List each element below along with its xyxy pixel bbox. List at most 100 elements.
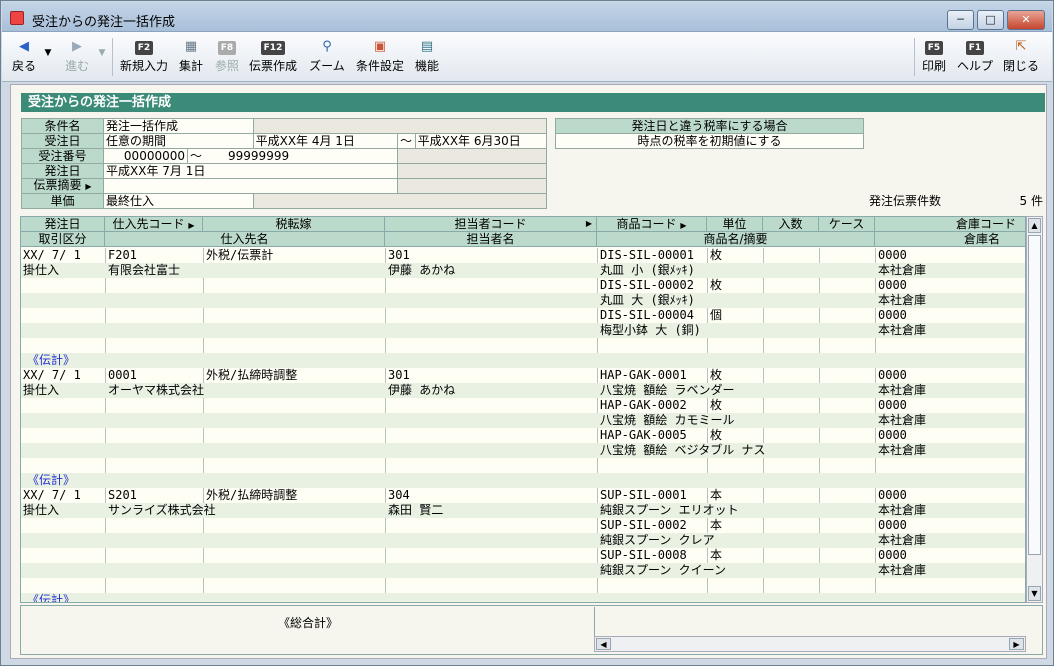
- minimize-button[interactable]: ─: [947, 10, 974, 30]
- table-row[interactable]: [21, 338, 1025, 353]
- slip-total-label: 《伝計》: [27, 593, 76, 603]
- close-app-button[interactable]: ⇱ 閉じる: [999, 35, 1043, 79]
- tax-rate-field[interactable]: 時点の税率を初期値にする: [555, 133, 864, 149]
- table-row[interactable]: SUP-SIL-0008 本 0000: [21, 548, 1025, 563]
- order-date-from[interactable]: 平成XX年 4月 1日: [252, 133, 398, 149]
- print-button[interactable]: F5 印刷: [917, 35, 951, 79]
- cell-staff: 森田 賢二: [388, 503, 444, 517]
- tax-rate-title: 発注日と違う税率にする場合: [555, 118, 864, 134]
- chevron-down-icon: ▼: [44, 48, 52, 58]
- vertical-scrollbar[interactable]: ▲ ▼: [1026, 216, 1043, 603]
- table-row[interactable]: 八宝焼 額絵 ベジタブル ナス 本社倉庫: [21, 443, 1025, 458]
- slip-total-row[interactable]: 《伝計》: [21, 353, 1025, 368]
- po-date-field[interactable]: 平成XX年 7月 1日: [103, 163, 398, 179]
- col-supplier-name: 仕入先名: [105, 232, 385, 247]
- caret-right-icon: ▶: [680, 221, 687, 230]
- help-button[interactable]: F1 ヘルプ: [953, 35, 997, 79]
- order-number-from[interactable]: 00000000: [103, 148, 188, 164]
- zoom-button[interactable]: ⚲ ズーム: [304, 35, 350, 79]
- scroll-left-icon[interactable]: ◀: [596, 638, 611, 650]
- slip-total-row[interactable]: 《伝計》: [21, 593, 1025, 603]
- table-row[interactable]: [21, 578, 1025, 593]
- scroll-thumb[interactable]: [1028, 235, 1041, 555]
- cell-item: 丸皿 大 (銀ﾒｯｷ): [600, 293, 695, 307]
- cell-wh: 0000: [878, 278, 907, 292]
- table-row[interactable]: XX/ 7/ 1 S201 外税/払締時調整 304 SUP-SIL-0001 本 0000: [21, 488, 1025, 503]
- cell-item: 純銀スプーン エリオット: [600, 503, 739, 517]
- table-row[interactable]: 梅型小鉢 大 (銅) 本社倉庫: [21, 323, 1025, 338]
- condition-settings-button[interactable]: ▣ 条件設定: [352, 35, 408, 79]
- table-row[interactable]: 純銀スプーン クイーン 本社倉庫: [21, 563, 1025, 578]
- cell-staff: 伊藤 あかね: [388, 263, 456, 277]
- slip-total-row[interactable]: 《伝計》: [21, 473, 1025, 488]
- functions-button[interactable]: ▤ 機能: [410, 35, 444, 79]
- cell-unit: 枚: [710, 278, 723, 292]
- grid-header-row-1: 発注日 仕入先コード ▶ 税転嫁 担当者コード ▶ 商品コード ▶ 単位 入数 …: [21, 217, 1025, 232]
- table-row[interactable]: 掛仕入 有限会社富士 伊藤 あかね 丸皿 小 (銀ﾒｯｷ) 本社倉庫: [21, 263, 1025, 278]
- cell-staff: 301: [388, 368, 410, 382]
- slip-memo-field[interactable]: [103, 178, 398, 194]
- summary-button[interactable]: ▦ 集計: [174, 35, 208, 79]
- slip-memo-label[interactable]: 伝票摘要 ▶: [21, 178, 104, 194]
- table-row[interactable]: 純銀スプーン クレア 本社倉庫: [21, 533, 1025, 548]
- create-slip-button[interactable]: F12 伝票作成: [246, 35, 300, 79]
- po-date-label: 発注日: [21, 163, 104, 179]
- table-row[interactable]: 掛仕入 オーヤマ株式会社 伊藤 あかね 八宝焼 額絵 ラベンダー 本社倉庫: [21, 383, 1025, 398]
- condition-name-field[interactable]: 発注一括作成: [103, 118, 254, 134]
- maximize-button[interactable]: □: [977, 10, 1004, 30]
- col-item-code[interactable]: 商品コード ▶: [597, 217, 707, 232]
- table-row[interactable]: XX/ 7/ 1 0001 外税/払締時調整 301 HAP-GAK-0001 枚 0000: [21, 368, 1025, 383]
- cell-wh: 本社倉庫: [878, 503, 927, 517]
- slip-count: 発注伝票件数 5 件: [869, 192, 1043, 209]
- col-tax-transfer: 税転嫁: [203, 217, 385, 232]
- order-date-to[interactable]: 平成XX年 6月30日: [414, 133, 548, 149]
- table-row[interactable]: 八宝焼 額絵 カモミール 本社倉庫: [21, 413, 1025, 428]
- scroll-up-icon[interactable]: ▲: [1028, 218, 1041, 233]
- order-grid: 発注日 仕入先コード ▶ 税転嫁 担当者コード ▶ 商品コード ▶ 単位 入数 …: [20, 216, 1026, 603]
- table-row[interactable]: [21, 458, 1025, 473]
- cell-unit: 枚: [710, 248, 723, 262]
- table-row[interactable]: HAP-GAK-0005 枚 0000: [21, 428, 1025, 443]
- slip-count-label: 発注伝票件数: [869, 194, 942, 208]
- order-date-mode[interactable]: 任意の期間: [103, 133, 254, 149]
- unit-price-field[interactable]: 最終仕入: [103, 193, 254, 209]
- forward-button[interactable]: ▶ 進む: [58, 35, 96, 79]
- f2-key-icon: F2: [134, 41, 154, 55]
- f12-key-icon: F12: [260, 41, 286, 55]
- scroll-down-icon[interactable]: ▼: [1028, 586, 1041, 601]
- new-entry-button[interactable]: F2 新規入力: [117, 35, 171, 79]
- app-window: 受注からの発注一括作成 ─ □ ✕ ◀ 戻る ▼ ▶ 進む ▼ F2 新規入力 …: [0, 0, 1054, 666]
- table-row[interactable]: SUP-SIL-0002 本 0000: [21, 518, 1025, 533]
- table-row[interactable]: 丸皿 大 (銀ﾒｯｷ) 本社倉庫: [21, 293, 1025, 308]
- close-button[interactable]: ✕: [1007, 10, 1045, 30]
- col-case: ケース: [819, 217, 875, 232]
- reference-button[interactable]: F8 参照: [210, 35, 244, 79]
- forward-dropdown[interactable]: ▼: [96, 35, 108, 79]
- table-row[interactable]: DIS-SIL-00002 枚 0000: [21, 278, 1025, 293]
- back-arrow-icon: ◀: [19, 39, 29, 54]
- title-bar: 受注からの発注一括作成 ─ □ ✕: [2, 2, 1052, 32]
- cell-item: 八宝焼 額絵 ラベンダー: [600, 383, 735, 397]
- table-row[interactable]: 掛仕入 サンライズ株式会社 森田 賢二 純銀スプーン エリオット 本社倉庫: [21, 503, 1025, 518]
- col-staff-name: 担当者名: [385, 232, 597, 247]
- col-staff-code[interactable]: 担当者コード ▶: [385, 217, 597, 232]
- order-date-label: 受注日: [21, 133, 104, 149]
- cell-sup: 0001: [108, 368, 137, 382]
- page-title: 受注からの発注一括作成: [21, 93, 1045, 112]
- order-number-to[interactable]: 99999999: [228, 149, 289, 163]
- back-button[interactable]: ◀ 戻る: [6, 35, 42, 79]
- horizontal-scrollbar[interactable]: ◀ ▶: [594, 636, 1026, 652]
- cell-item: SUP-SIL-0001: [600, 488, 687, 502]
- table-row[interactable]: HAP-GAK-0002 枚 0000: [21, 398, 1025, 413]
- cell-item: 八宝焼 額絵 カモミール: [600, 413, 735, 427]
- scroll-right-icon[interactable]: ▶: [1009, 638, 1024, 650]
- cell-wh: 本社倉庫: [878, 413, 927, 427]
- table-row[interactable]: DIS-SIL-00004 個 0000: [21, 308, 1025, 323]
- back-dropdown[interactable]: ▼: [42, 35, 54, 79]
- table-row[interactable]: XX/ 7/ 1 F201 外税/伝票計 301 DIS-SIL-00001 枚 0000: [21, 248, 1025, 263]
- cell-sup: 有限会社富士: [108, 263, 181, 277]
- col-supplier-code[interactable]: 仕入先コード ▶: [105, 217, 203, 232]
- cell-item: HAP-GAK-0001: [600, 368, 687, 382]
- zoom-icon: ⚲: [322, 39, 332, 54]
- col-transaction-type: 取引区分: [21, 232, 105, 247]
